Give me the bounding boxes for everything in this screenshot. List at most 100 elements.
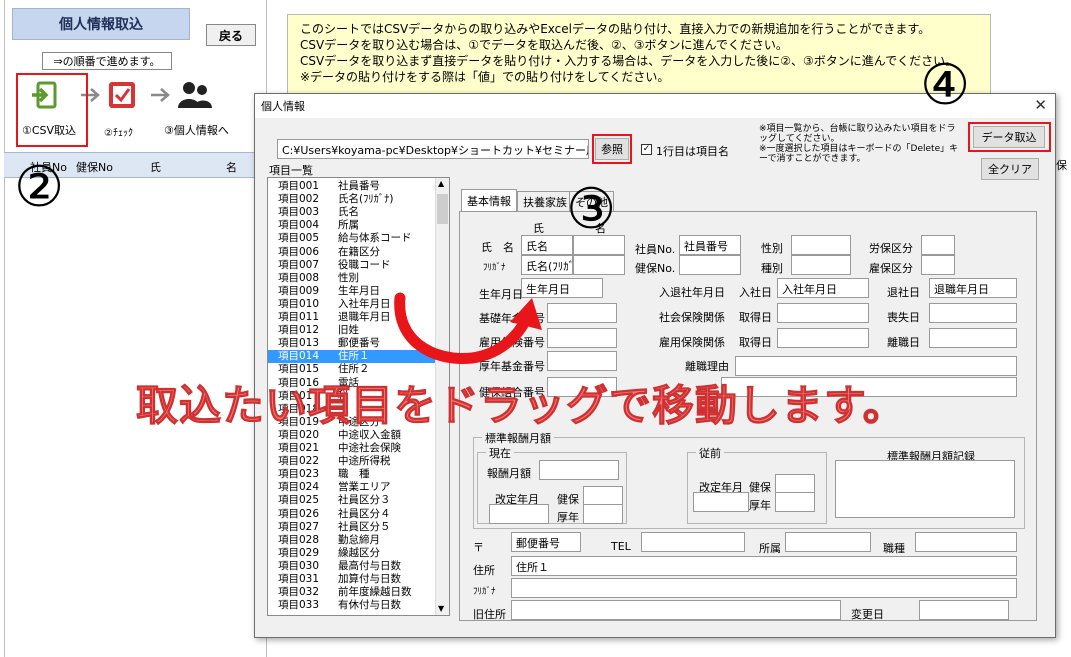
list-item[interactable]: 項目028 勤怠締月 [268, 534, 436, 547]
shaho-label: 社会保険関係 [659, 311, 725, 324]
prev-title: 従前 [696, 445, 724, 461]
notice-line: ※データの貼り付けをする際は「値」での貼り付けをしてください。 [300, 70, 670, 84]
list-item[interactable]: 項目031 加算付与日数 [268, 573, 436, 586]
change-date-field[interactable] [919, 600, 1009, 620]
old-address-field[interactable] [511, 600, 841, 620]
tab-basic[interactable]: 基本情報 [461, 189, 517, 212]
check-icon[interactable] [106, 80, 138, 110]
name-label: 氏 名 [481, 241, 514, 254]
list-item-label: 社員区分４ [338, 507, 391, 520]
koyo-label: 雇保区分 [869, 262, 913, 275]
list-item[interactable]: 項目030 最高付与日数 [268, 560, 436, 573]
scroll-thumb[interactable] [437, 194, 448, 224]
list-item-label: 入社年月日 [338, 297, 391, 310]
koyo-field[interactable] [921, 255, 955, 275]
kaitei-field[interactable] [489, 504, 549, 524]
leave-date-field-2[interactable] [929, 328, 1017, 348]
step-label-personal[interactable]: ③個人情報へ [164, 122, 229, 138]
gender-field[interactable] [791, 235, 851, 255]
list-item[interactable]: 項目027 社員区分５ [268, 521, 436, 534]
list-item[interactable]: 項目004 所属 [268, 219, 436, 232]
kana-mei-field[interactable] [573, 255, 625, 275]
list-item-id: 項目013 [278, 337, 320, 350]
tel-field[interactable] [641, 532, 745, 552]
list-item-id: 項目003 [278, 206, 320, 219]
list-item-id: 項目029 [278, 546, 320, 559]
list-item-label: 氏名 [338, 206, 359, 219]
kana-shi-field[interactable]: 氏名(ﾌﾘｶﾞ [521, 255, 573, 275]
list-item[interactable]: 項目026 社員区分４ [268, 508, 436, 521]
list-item-id: 項目027 [278, 520, 320, 533]
kaitei-field-2[interactable] [693, 492, 749, 512]
list-item[interactable]: 項目029 繰越区分 [268, 547, 436, 560]
acq-date-field-2[interactable] [777, 328, 869, 348]
list-item[interactable]: 項目005 給与体系コード [268, 232, 436, 245]
kenpo-no-field[interactable] [679, 255, 741, 275]
acq-date-field-1[interactable] [777, 303, 869, 323]
list-item-id: 項目011 [278, 311, 320, 323]
entry-date-field[interactable]: 入社年月日 [777, 278, 869, 298]
postal-field[interactable]: 郵便番号 [511, 532, 581, 552]
list-item-id: 項目028 [278, 533, 320, 546]
list-item[interactable]: 項目033 有休付与日数 [268, 599, 436, 612]
list-item[interactable]: 項目023 職 種 [268, 468, 436, 481]
address-kana-field[interactable] [511, 578, 1017, 598]
list-item-id: 項目021 [278, 442, 320, 454]
koyoho-label: 雇用保険関係 [659, 336, 725, 349]
clear-all-button[interactable]: 全クリア [981, 158, 1039, 180]
highlight-browse [592, 134, 632, 164]
drag-instruction-text: 取込たい項目をドラッグで移動します。 [136, 381, 906, 431]
list-item-label: 中途社会保険 [338, 442, 401, 454]
kounen-field-2[interactable] [775, 492, 815, 512]
exit-date-field[interactable]: 退職年月日 [929, 278, 1017, 298]
kind-field[interactable] [791, 255, 851, 275]
list-item[interactable]: 項目006 在籍区分 [268, 246, 436, 259]
tab-dependents[interactable]: 扶養家族 [517, 191, 573, 212]
kenpo-label-2: 健保 [749, 481, 771, 494]
back-button[interactable]: 戻る [206, 24, 256, 46]
list-item[interactable]: 項目032 前年度繰越日数 [268, 586, 436, 599]
highlight-step1 [16, 73, 88, 147]
list-item[interactable]: 項目025 社員区分３ [268, 494, 436, 507]
list-item-label: 勤怠締月 [338, 533, 380, 546]
rou-field[interactable] [921, 235, 955, 255]
file-path-field[interactable]: C:¥Users¥koyama-pc¥Desktop¥ショートカット¥セミナー用… [277, 139, 589, 159]
notice-line: CSVデータを取り込まず直接データを貼り付け・入力する場合は、データを入力した後… [300, 54, 958, 68]
list-item[interactable]: 項目008 性別 [268, 272, 436, 285]
shozoku-field[interactable] [785, 532, 871, 552]
kosei-field[interactable] [547, 351, 617, 371]
kounen-field[interactable] [583, 504, 623, 524]
list-item-label: 性別 [338, 271, 359, 284]
scroll-up-icon[interactable]: ▲ [438, 179, 444, 188]
loss-date-field-1[interactable] [929, 303, 1017, 323]
close-icon[interactable]: ✕ [1034, 96, 1047, 114]
list-item[interactable]: 項目007 役職コード [268, 259, 436, 272]
entry-label: 入社日 [739, 286, 772, 299]
list-item[interactable]: 項目003 氏名 [268, 206, 436, 219]
koyo-no-field[interactable] [547, 328, 617, 348]
kenpo-field[interactable] [583, 486, 623, 506]
header-row-checkbox[interactable]: ✓ [641, 144, 652, 155]
emp-no-label: 社員No. [635, 243, 676, 256]
list-item-label: 加算付与日数 [338, 573, 401, 585]
list-item[interactable]: 項目022 中途所得税 [268, 455, 436, 468]
hoshu-field[interactable] [539, 460, 619, 480]
list-item-label: 中途所得税 [338, 455, 391, 468]
list-item[interactable]: 項目002 氏名(ﾌﾘｶﾞﾅ) [268, 193, 436, 206]
emp-no-field[interactable]: 社員番号 [679, 235, 741, 255]
people-icon[interactable] [176, 80, 214, 110]
notice-line: このシートではCSVデータからの取り込みやExcelデータの貼り付け、直接入力で… [300, 22, 931, 36]
record-listbox[interactable] [835, 460, 1015, 518]
col-header-shi: 氏 [150, 161, 161, 174]
kenpo-field-2[interactable] [775, 474, 815, 494]
list-item[interactable]: 項目001 社員番号 [268, 180, 436, 193]
list-item-label: 旧姓 [338, 324, 359, 337]
scroll-down-icon[interactable]: ▼ [438, 604, 444, 613]
kiso-nenkin-field[interactable] [547, 303, 617, 323]
list-item[interactable]: 項目021 中途社会保険 [268, 442, 436, 455]
list-item[interactable]: 項目024 営業エリア [268, 481, 436, 494]
address-field[interactable]: 住所１ [511, 556, 1017, 576]
step-label-check[interactable]: ②ﾁｪｯｸ [104, 124, 133, 139]
shokushu-field[interactable] [915, 532, 1017, 552]
list-item-label: 所属 [338, 219, 359, 232]
